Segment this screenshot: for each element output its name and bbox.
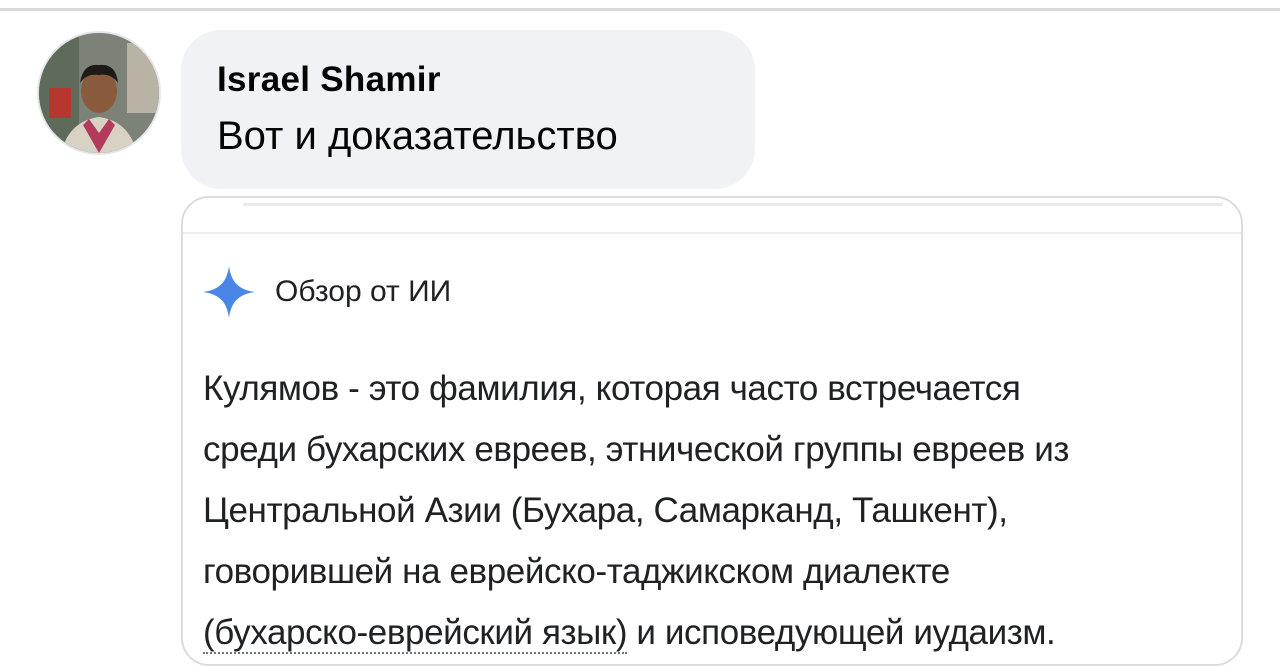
ai-overview-line: среди бухарских евреев, этнической групп… (203, 430, 1069, 469)
bukharan-language-link[interactable]: (бухарско-еврейский язык) (203, 613, 628, 654)
ai-overview-line: говорившей на еврейско-таджикском диалек… (203, 552, 950, 591)
ai-overview-line: Кулямов - это фамилия, которая часто вст… (203, 369, 1021, 408)
gemini-sparkle-icon (203, 266, 255, 318)
avatar-photo-icon (39, 33, 159, 153)
ai-overview-line: (бухарско-еврейский язык) и исповедующей… (203, 602, 1233, 663)
ai-overview-text: Кулямов - это фамилия, которая часто вст… (203, 358, 1233, 663)
comment-text: Вот и доказательство (217, 114, 618, 158)
card-second-divider (183, 232, 1241, 234)
user-avatar[interactable] (37, 31, 161, 155)
ai-overview-screenshot[interactable]: Обзор от ИИ Кулямов - это фамилия, котор… (181, 196, 1243, 666)
ai-overview-label: Обзор от ИИ (275, 275, 452, 308)
comment-bubble: Israel Shamir Вот и доказательство (181, 30, 755, 189)
ai-overview-line-rest: и исповедующей иудаизм. (627, 613, 1056, 652)
comment-author-name[interactable]: Israel Shamir (217, 60, 441, 100)
card-top-divider (243, 203, 1223, 206)
ai-overview-header: Обзор от ИИ (201, 262, 451, 322)
ai-overview-line: Центральной Азии (Бухара, Самарканд, Таш… (203, 491, 1008, 530)
top-divider (0, 8, 1280, 11)
